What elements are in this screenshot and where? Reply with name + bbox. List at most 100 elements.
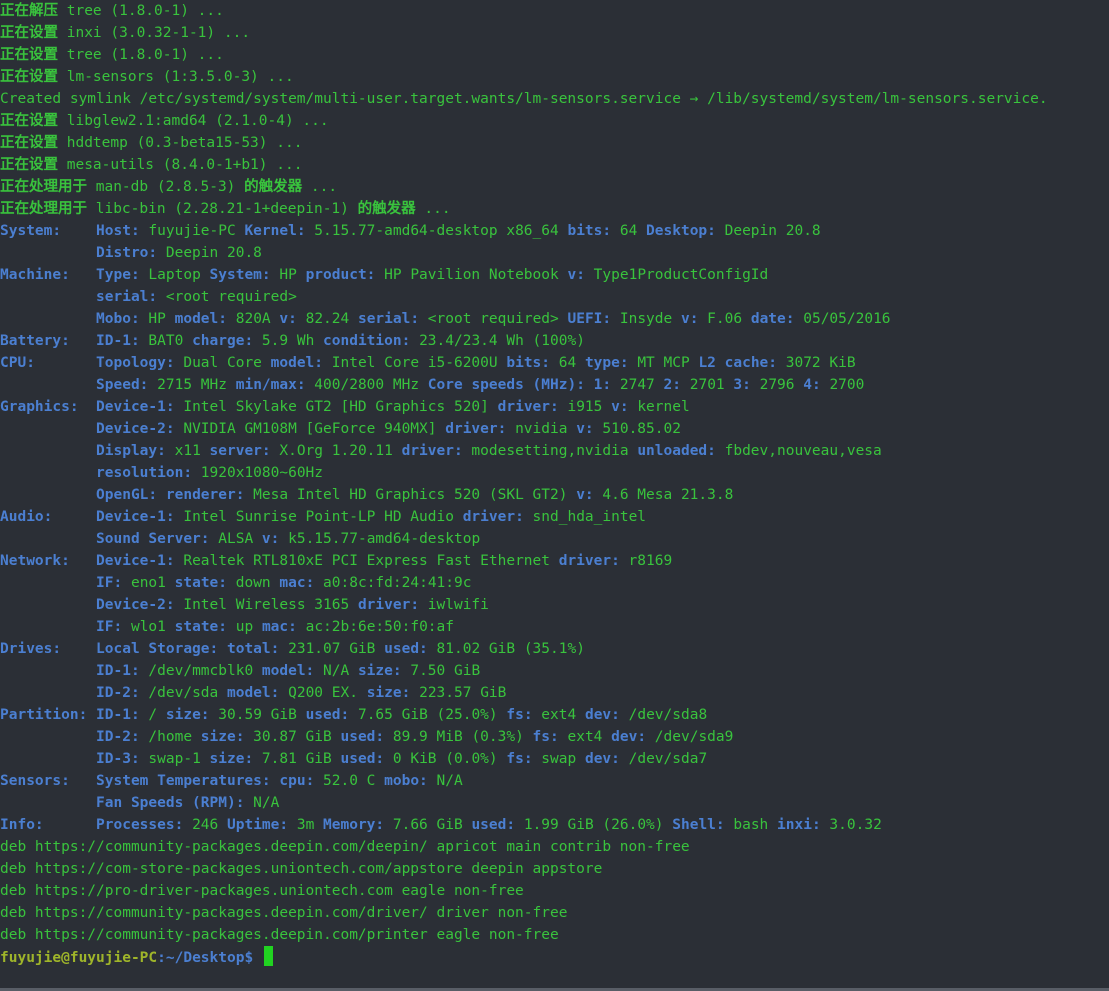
field-value: Dual Core: [174, 355, 271, 371]
field-value: F.06: [698, 311, 751, 327]
field-value: snd_hda_intel: [523, 509, 647, 525]
field-key: mac:: [261, 619, 297, 635]
log-package: libglew2.1:amd64 (2.1.0-4) ...: [58, 113, 329, 129]
inxi-network-line: IF: eno1 state: down mac: a0:8c:fd:24:41…: [0, 572, 1109, 594]
field-key: driver:: [401, 443, 463, 459]
trigger-prefix: 正在处理用于: [0, 201, 87, 217]
field-value: N/A: [314, 663, 358, 679]
field-value: iwlwifi: [419, 597, 489, 613]
field-value: r8169: [619, 553, 673, 569]
field-value: Intel Core i5-6200U: [323, 355, 507, 371]
field-key: size:: [357, 663, 402, 679]
field-value: /dev/mmcblk0: [139, 663, 262, 679]
log-line: 正在设置 inxi (3.0.32-1-1) ...: [0, 22, 1109, 44]
log-package: hddtemp (0.3-beta15-53) ...: [58, 135, 303, 151]
shell-prompt[interactable]: fuyujie@fuyujie-PC:~/Desktop$: [0, 946, 1109, 968]
field-value: 23.4/23.4 Wh (100%): [410, 333, 585, 349]
field-key: dev:: [584, 751, 620, 767]
field-key: v:: [261, 531, 280, 547]
field-key: Desktop:: [646, 223, 716, 239]
field-value: x11: [165, 443, 210, 459]
inxi-graphics-line: Graphics: Device-1: Intel Skylake GT2 [H…: [0, 396, 1109, 418]
field-key: bits:: [506, 355, 551, 371]
field-value: <root required>: [419, 311, 568, 327]
field-key: driver:: [497, 399, 559, 415]
field-key: model:: [227, 685, 280, 701]
field-key: model:: [174, 311, 227, 327]
field-key: v:: [576, 421, 594, 437]
field-key: size:: [200, 729, 245, 745]
field-value: 7.66 GiB: [384, 817, 472, 833]
inxi-network-line: Device-2: Intel Wireless 3165 driver: iw…: [0, 594, 1109, 616]
field-value: /: [139, 707, 166, 723]
field-key: Device-2:: [96, 421, 175, 437]
field-key: ID-1:: [96, 333, 140, 349]
field-value: 82.24: [296, 311, 358, 327]
log-prefix: 正在设置: [0, 157, 58, 173]
log-prefix: 正在设置: [0, 47, 58, 63]
field-key: v:: [611, 399, 629, 415]
field-key: driver:: [558, 553, 620, 569]
field-key: size:: [366, 685, 411, 701]
field-key: bits:: [567, 223, 612, 239]
field-value: 52.0 C: [314, 773, 385, 789]
field-value: [157, 487, 166, 503]
field-value: /dev/sda7: [619, 751, 708, 767]
field-key: total:: [226, 641, 280, 657]
field-value: 0 KiB (0.0%): [384, 751, 507, 767]
source-line: deb https://pro-driver-packages.uniontec…: [0, 883, 524, 899]
field-value: k5.15.77-amd64-desktop: [279, 531, 481, 547]
field-key: 4:: [803, 377, 821, 393]
field-key: mobo:: [384, 773, 428, 789]
field-key: inxi:: [777, 817, 821, 833]
inxi-drives-line: ID-2: /dev/sda model: Q200 EX. size: 223…: [0, 682, 1109, 704]
log-prefix: 正在设置: [0, 113, 58, 129]
field-value: kernel: [628, 399, 690, 415]
field-value: ext4: [532, 707, 585, 723]
symlink-line: Created symlink /etc/systemd/system/mult…: [0, 91, 1048, 107]
field-value: BAT0: [139, 333, 193, 349]
field-value: 820A: [227, 311, 280, 327]
field-key: Distro:: [96, 245, 158, 261]
field-value: N/A: [244, 795, 280, 811]
text-cursor[interactable]: [263, 946, 273, 966]
log-package: tree (1.8.0-1) ...: [58, 3, 224, 19]
source-line: deb https://community-packages.deepin.co…: [0, 927, 559, 943]
field-key: date:: [750, 311, 795, 327]
field-value: Intel Wireless 3165: [174, 597, 358, 613]
field-value: Type1ProductConfigId: [584, 267, 769, 283]
inxi-drives-line: Drives: Local Storage: total: 231.07 GiB…: [0, 638, 1109, 660]
field-key: Display:: [96, 443, 166, 459]
field-value: Intel Sunrise Point-LP HD Audio: [174, 509, 463, 525]
trigger-line: 正在处理用于 libc-bin (2.28.21-1+deepin-1) 的触发…: [0, 198, 1109, 220]
field-key: Processes:: [96, 817, 184, 833]
terminal-window[interactable]: 正在解压 tree (1.8.0-1) ... 正在设置 inxi (3.0.3…: [0, 0, 1109, 988]
field-value: 3.0.32: [820, 817, 882, 833]
field-key: Device-1:: [96, 399, 175, 415]
field-value: 64: [611, 223, 647, 239]
trigger-suffix: 的触发器: [244, 179, 303, 195]
field-value: 30.87 GiB: [244, 729, 341, 745]
log-line: 正在设置 tree (1.8.0-1) ...: [0, 44, 1109, 66]
field-key: v:: [680, 311, 699, 327]
field-value: 3072 KiB: [777, 355, 856, 371]
inxi-partition-line: ID-2: /home size: 30.87 GiB used: 89.9 M…: [0, 726, 1109, 748]
log-prefix: 正在设置: [0, 69, 58, 85]
field-value: 510.85.02: [593, 421, 681, 437]
field-key: charge:: [192, 333, 254, 349]
field-value: swap-1: [139, 751, 210, 767]
section-label: Partition:: [0, 707, 97, 723]
inxi-audio-line: Audio: Device-1: Intel Sunrise Point-LP …: [0, 506, 1109, 528]
field-key: 1:: [593, 377, 612, 393]
field-key: size:: [209, 751, 254, 767]
field-key: product:: [305, 267, 376, 283]
field-key: dev:: [584, 707, 620, 723]
field-value: wlo1: [122, 619, 175, 635]
field-value: swap: [532, 751, 585, 767]
